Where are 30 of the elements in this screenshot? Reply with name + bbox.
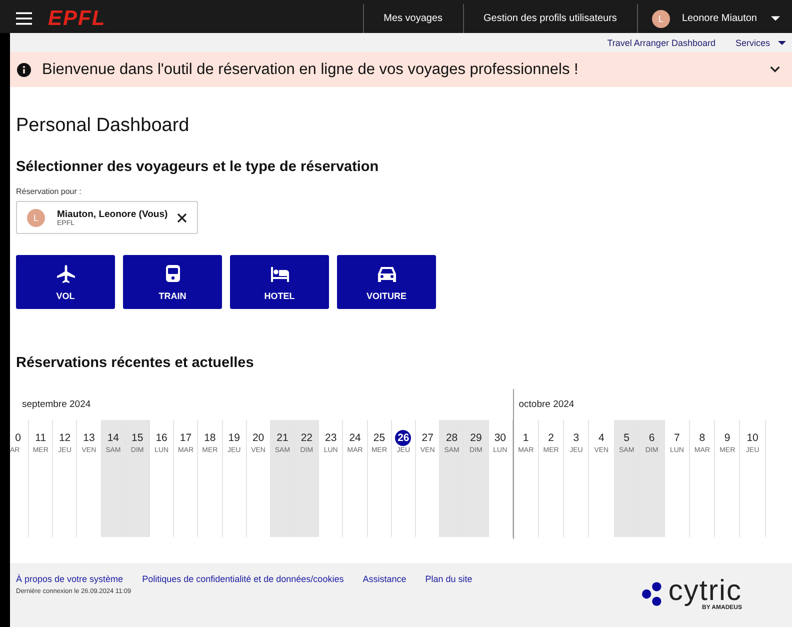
info-icon (17, 62, 31, 76)
plane-icon (56, 264, 76, 284)
menu-icon[interactable] (16, 12, 32, 25)
booking-type-button[interactable]: TRAIN (123, 255, 222, 309)
month-label: octobre 2024 (518, 398, 576, 412)
traveler-name: Miauton, Leonore (Vous) (57, 208, 169, 220)
section-heading: Sélectionner des voyageurs et le type de réservation (16, 159, 380, 175)
chevron-icon[interactable] (770, 66, 780, 73)
nav-link[interactable]: Travel Arranger Dashboard (607, 38, 716, 48)
logo: EPFL (48, 6, 106, 30)
caret-icon (778, 40, 786, 44)
section-heading: Réservations récentes et actuelles (16, 355, 255, 371)
brand-name: cytric (668, 577, 742, 605)
booking-type-button[interactable]: VOL (16, 255, 115, 309)
nav-link[interactable]: Services (735, 38, 786, 48)
footer-link[interactable]: Politiques de confidentialité et de données/cookies (142, 574, 344, 584)
footer-link[interactable]: Plan du site (425, 574, 472, 584)
avatar: L (652, 10, 670, 28)
avatar: L (27, 208, 45, 226)
banner-text: Bienvenue dans l'outil de réservation en ligne de vos voyages professionnels ! (42, 60, 580, 78)
month-label: septembre 2024 (21, 398, 92, 412)
caret-icon (771, 16, 780, 21)
user-name: Leonore Miauton (682, 13, 757, 24)
close-icon[interactable] (177, 212, 187, 222)
footer-link[interactable]: À propos de votre système (16, 574, 124, 584)
booking-type-button[interactable]: VOITURE (337, 255, 436, 309)
footer-link[interactable]: Assistance (362, 574, 406, 584)
booking-type-button[interactable]: HOTEL (230, 255, 329, 309)
page-title: Personal Dashboard (16, 115, 190, 137)
field-label: Réservation pour : (16, 187, 82, 196)
